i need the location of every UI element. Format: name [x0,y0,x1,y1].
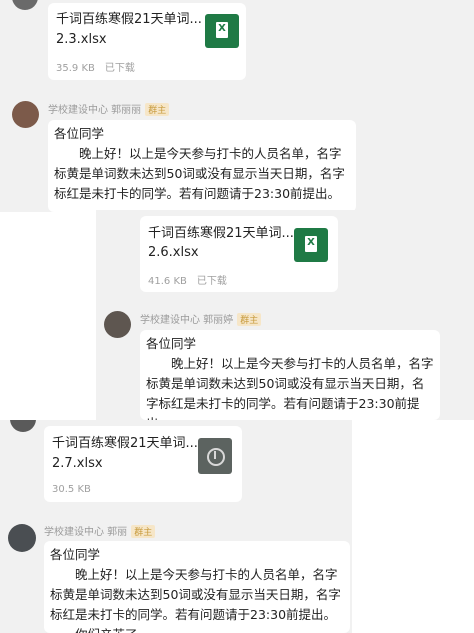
file-message-card[interactable]: 千词百练寒假21天单词... 2.7.xlsx 30.5 KB [44,426,242,502]
sender-name: 学校建设中心 郭丽丽 群主 [48,101,170,116]
file-meta: 30.5 KB [52,484,91,495]
download-status: 已下载 [104,63,135,74]
role-badge: 群主 [131,525,156,538]
sender-name-text: 学校建设中心 郭丽丽 [48,105,142,116]
sender-name-text: 学校建设中心 郭丽婷 [140,315,234,326]
avatar[interactable] [104,311,131,338]
avatar[interactable] [12,0,38,10]
avatar[interactable] [12,101,39,128]
sender-name: 学校建设中心 郭丽婷 群主 [140,311,262,326]
text-message-bubble[interactable]: 各位同学 晚上好！以上是今天参与打卡的人员名单，名字标黄是单词数未达到50词或没… [48,120,356,212]
message-body: 晚上好！以上是今天参与打卡的人员名单，名字标黄是单词数未达到50词或没有显示当天… [54,146,345,201]
file-name: 千词百练寒假21天单词... [148,226,294,241]
excel-letter: X [218,23,226,34]
avatar[interactable] [10,420,36,432]
excel-file-icon: X [205,14,239,48]
message-greeting: 各位同学 [54,126,105,141]
sender-name: 学校建设中心 郭丽 群主 [44,523,156,538]
file-size: 41.6 KB [148,276,187,287]
file-name: 千词百练寒假21天单词... [52,436,198,451]
text-message-bubble[interactable]: 各位同学 晚上好！以上是今天参与打卡的人员名单，名字标黄是单词数未达到50词或没… [140,330,440,420]
text-message-bubble[interactable]: 各位同学 晚上好！以上是今天参与打卡的人员名单，名字标黄是单词数未达到50词或没… [44,541,350,633]
excel-file-icon: X [294,228,328,262]
chat-screenshot-3: 千词百练寒假21天单词... 2.7.xlsx 30.5 KB 学校建设中心 郭… [0,420,352,633]
file-size: 30.5 KB [52,484,91,495]
chat-screenshot-2: 千词百练寒假21天单词... 2.6.xlsx 41.6 KB 已下载 X 学校建… [96,210,474,420]
role-badge: 群主 [237,313,262,326]
download-status: 已下载 [196,276,227,287]
download-arrow [214,451,216,459]
message-greeting: 各位同学 [50,547,101,562]
file-size: 35.9 KB [56,63,95,74]
file-message-card[interactable]: 千词百练寒假21天单词... 2.3.xlsx 35.9 KB 已下载 X [48,3,246,80]
file-meta: 35.9 KB 已下载 [56,59,135,74]
download-ring [207,448,225,466]
download-icon[interactable] [198,438,232,474]
message-body: 晚上好！以上是今天参与打卡的人员名单，名字标黄是单词数未达到50词或没有显示当天… [146,356,434,420]
file-extension-line: 2.3.xlsx [56,32,107,47]
message-greeting: 各位同学 [146,336,197,351]
excel-letter: X [307,237,315,248]
file-extension-line: 2.6.xlsx [148,245,199,260]
sender-name-text: 学校建设中心 郭丽 [44,527,128,538]
file-meta: 41.6 KB 已下载 [148,272,227,287]
message-body: 晚上好！以上是今天参与打卡的人员名单，名字标黄是单词数未达到50词或没有显示当天… [50,567,341,633]
chat-screenshot-1: 千词百练寒假21天单词... 2.3.xlsx 35.9 KB 已下载 X 学校建… [0,0,474,212]
file-extension-line: 2.7.xlsx [52,456,103,471]
file-name: 千词百练寒假21天单词... [56,12,202,27]
file-message-card[interactable]: 千词百练寒假21天单词... 2.6.xlsx 41.6 KB 已下载 X [140,216,338,292]
role-badge: 群主 [145,103,170,116]
avatar[interactable] [8,524,36,552]
